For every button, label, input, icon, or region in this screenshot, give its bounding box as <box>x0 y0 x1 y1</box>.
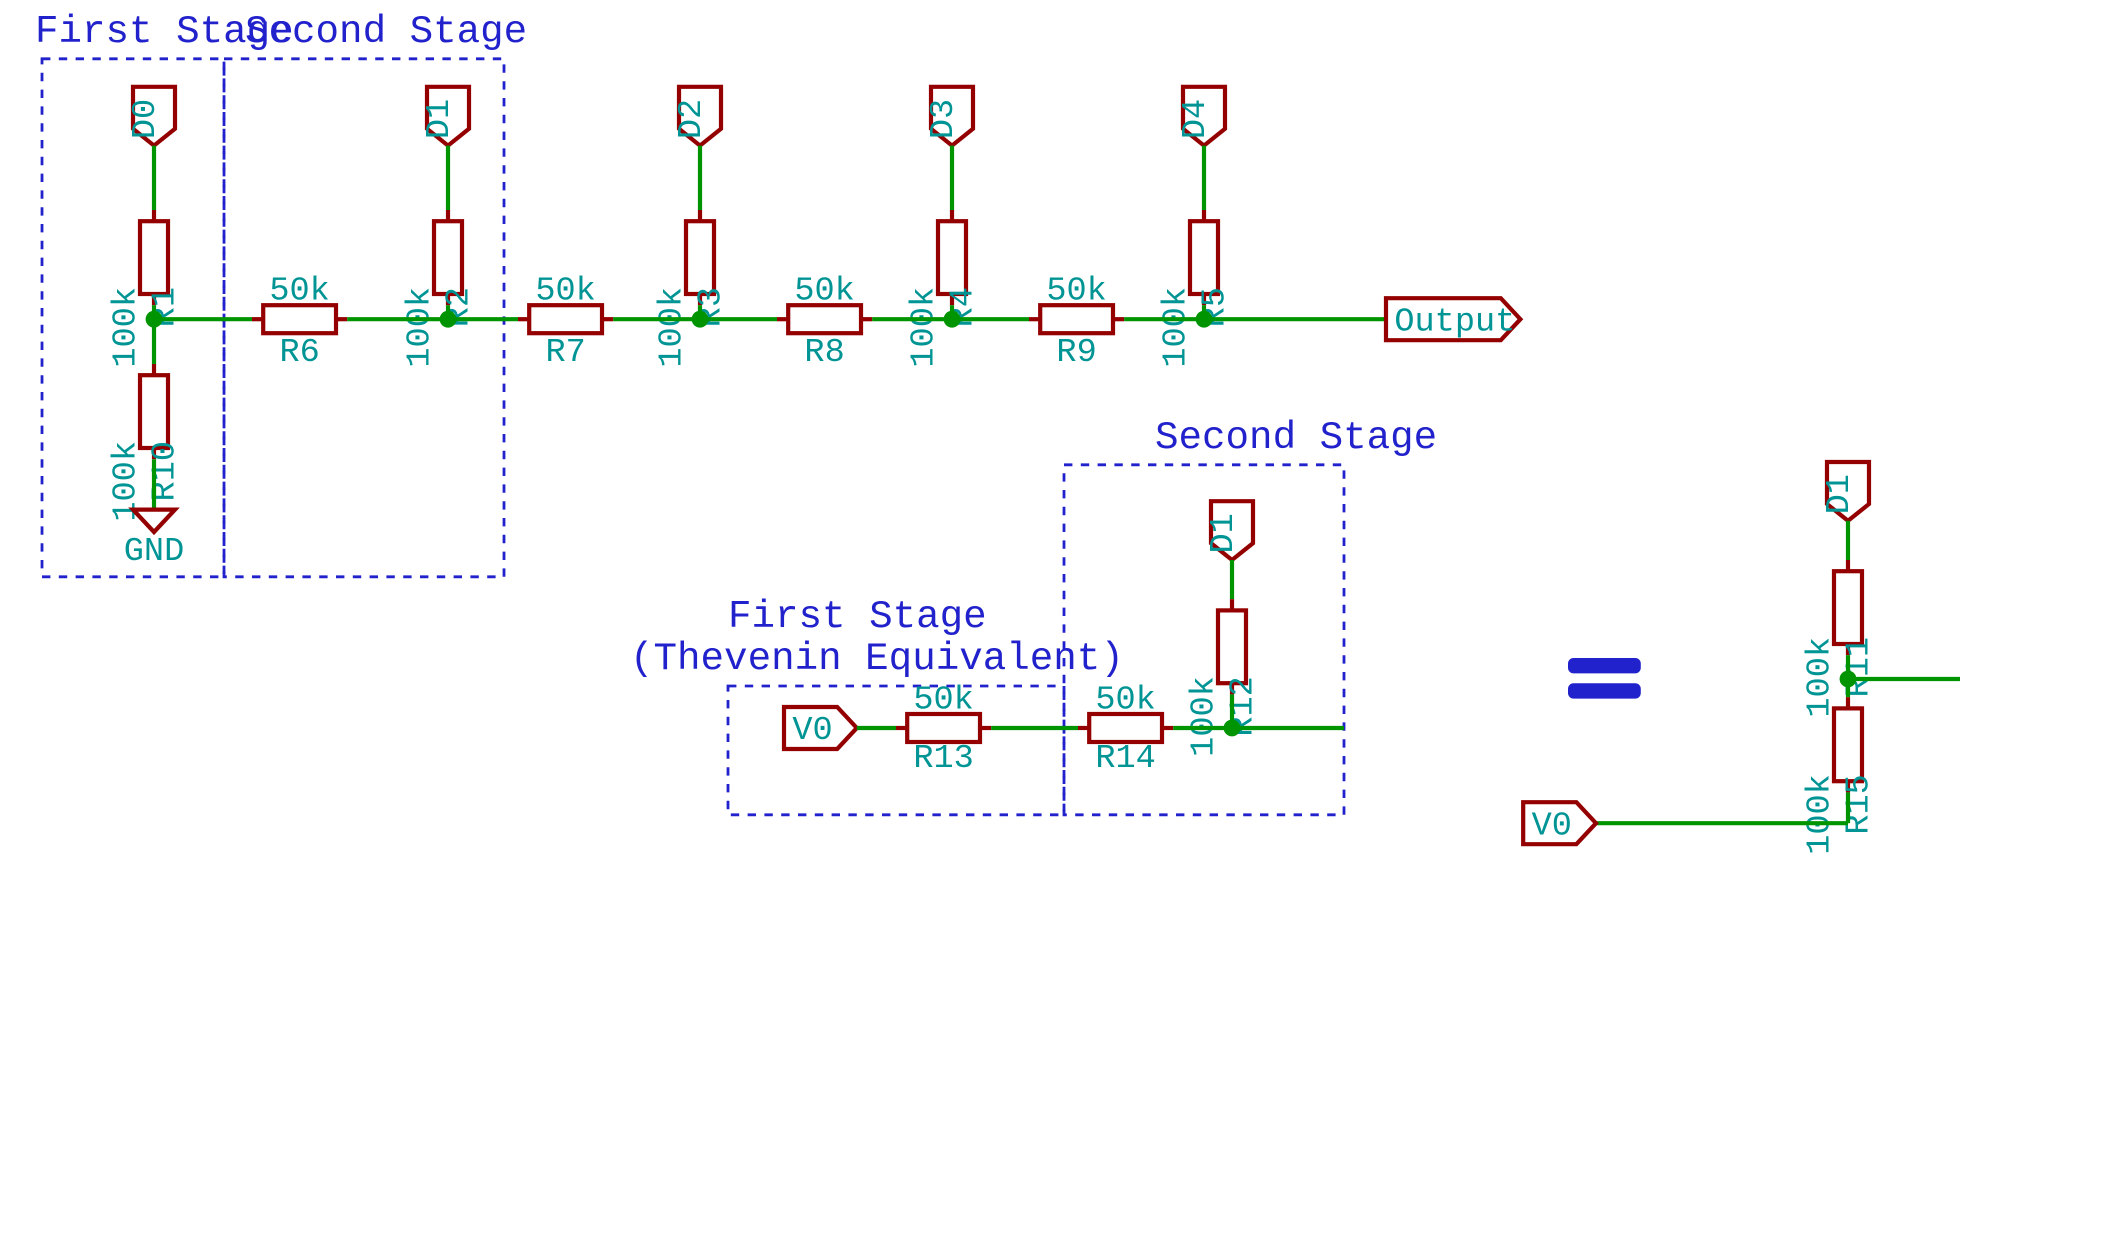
resistor-r9: 50k R9 <box>1029 273 1124 373</box>
svg-text:50k: 50k <box>1095 681 1155 719</box>
svg-text:D4: D4 <box>1177 99 1215 139</box>
resistor-r10: 100k R10 <box>107 364 184 522</box>
resistor-r14: 50k R14 <box>1078 681 1173 778</box>
svg-text:D3: D3 <box>925 99 963 139</box>
svg-text:100k: 100k <box>653 287 691 368</box>
net-label-d3: D3 <box>925 87 973 146</box>
net-label-v0: V0 <box>784 707 857 750</box>
svg-text:100k: 100k <box>1185 676 1223 757</box>
resistor-r6: 50k R6 <box>252 273 347 373</box>
label-second-stage-b: Second Stage <box>1155 415 1437 460</box>
svg-text:D1: D1 <box>1205 513 1243 553</box>
svg-text:R9: R9 <box>1056 334 1096 372</box>
net-label-d1: D1 <box>421 87 469 146</box>
svg-text:D2: D2 <box>673 99 711 139</box>
svg-text:D0: D0 <box>127 99 165 139</box>
resistor-r12: 100k R12 <box>1185 599 1262 757</box>
label-second-stage: Second Stage <box>245 9 527 54</box>
net-label-d1-eq: D1 <box>1821 462 1869 521</box>
resistor-r13: 50k R13 <box>896 681 991 778</box>
resistor-r4: 100k R4 <box>905 210 982 368</box>
label-thevenin-line2: (Thevenin Equivalent) <box>630 636 1124 681</box>
resistor-r11: 100k R11 <box>1801 560 1878 718</box>
svg-text:R8: R8 <box>804 334 844 372</box>
net-label-d1-b: D1 <box>1205 501 1253 560</box>
svg-text:GND: GND <box>124 533 184 571</box>
resistor-r8: 50k R8 <box>777 273 872 373</box>
net-label-d0: D0 <box>127 87 175 146</box>
svg-text:50k: 50k <box>794 273 854 311</box>
svg-text:100k: 100k <box>107 287 145 368</box>
svg-text:50k: 50k <box>913 681 973 719</box>
svg-text:R14: R14 <box>1095 740 1155 778</box>
svg-text:V0: V0 <box>1532 807 1572 845</box>
svg-text:Output: Output <box>1394 303 1515 341</box>
svg-text:50k: 50k <box>535 273 595 311</box>
resistor-r3: 100k R3 <box>653 210 730 368</box>
svg-text:100k: 100k <box>401 287 439 368</box>
svg-text:50k: 50k <box>1046 273 1106 311</box>
schematic-canvas: First Stage Second Stage D0 100k R1 100k… <box>0 0 2128 1243</box>
resistor-r1: 100k R1 <box>107 210 184 368</box>
svg-text:100k: 100k <box>1801 637 1839 718</box>
svg-text:R7: R7 <box>545 334 585 372</box>
svg-text:50k: 50k <box>269 273 329 311</box>
svg-text:100k: 100k <box>905 287 943 368</box>
svg-text:D1: D1 <box>1821 474 1859 514</box>
resistor-r5: 100k R5 <box>1157 210 1234 368</box>
net-label-d4: D4 <box>1177 87 1225 146</box>
resistor-r2: 100k R2 <box>401 210 478 368</box>
svg-text:100k: 100k <box>1801 774 1839 855</box>
box-thevenin <box>728 686 1064 815</box>
net-label-v0-eq: V0 <box>1523 802 1596 845</box>
svg-text:R13: R13 <box>913 740 973 778</box>
svg-text:D1: D1 <box>421 99 459 139</box>
svg-text:V0: V0 <box>792 712 832 750</box>
resistor-r7: 50k R7 <box>518 273 613 373</box>
resistor-r15: 100k R15 <box>1801 697 1878 855</box>
svg-text:100k: 100k <box>1157 287 1195 368</box>
net-label-d2: D2 <box>673 87 721 146</box>
svg-text:R6: R6 <box>279 334 319 372</box>
net-label-output: Output <box>1386 298 1520 341</box>
equals-icon <box>1568 658 1641 699</box>
label-thevenin-line1: First Stage <box>728 594 987 639</box>
